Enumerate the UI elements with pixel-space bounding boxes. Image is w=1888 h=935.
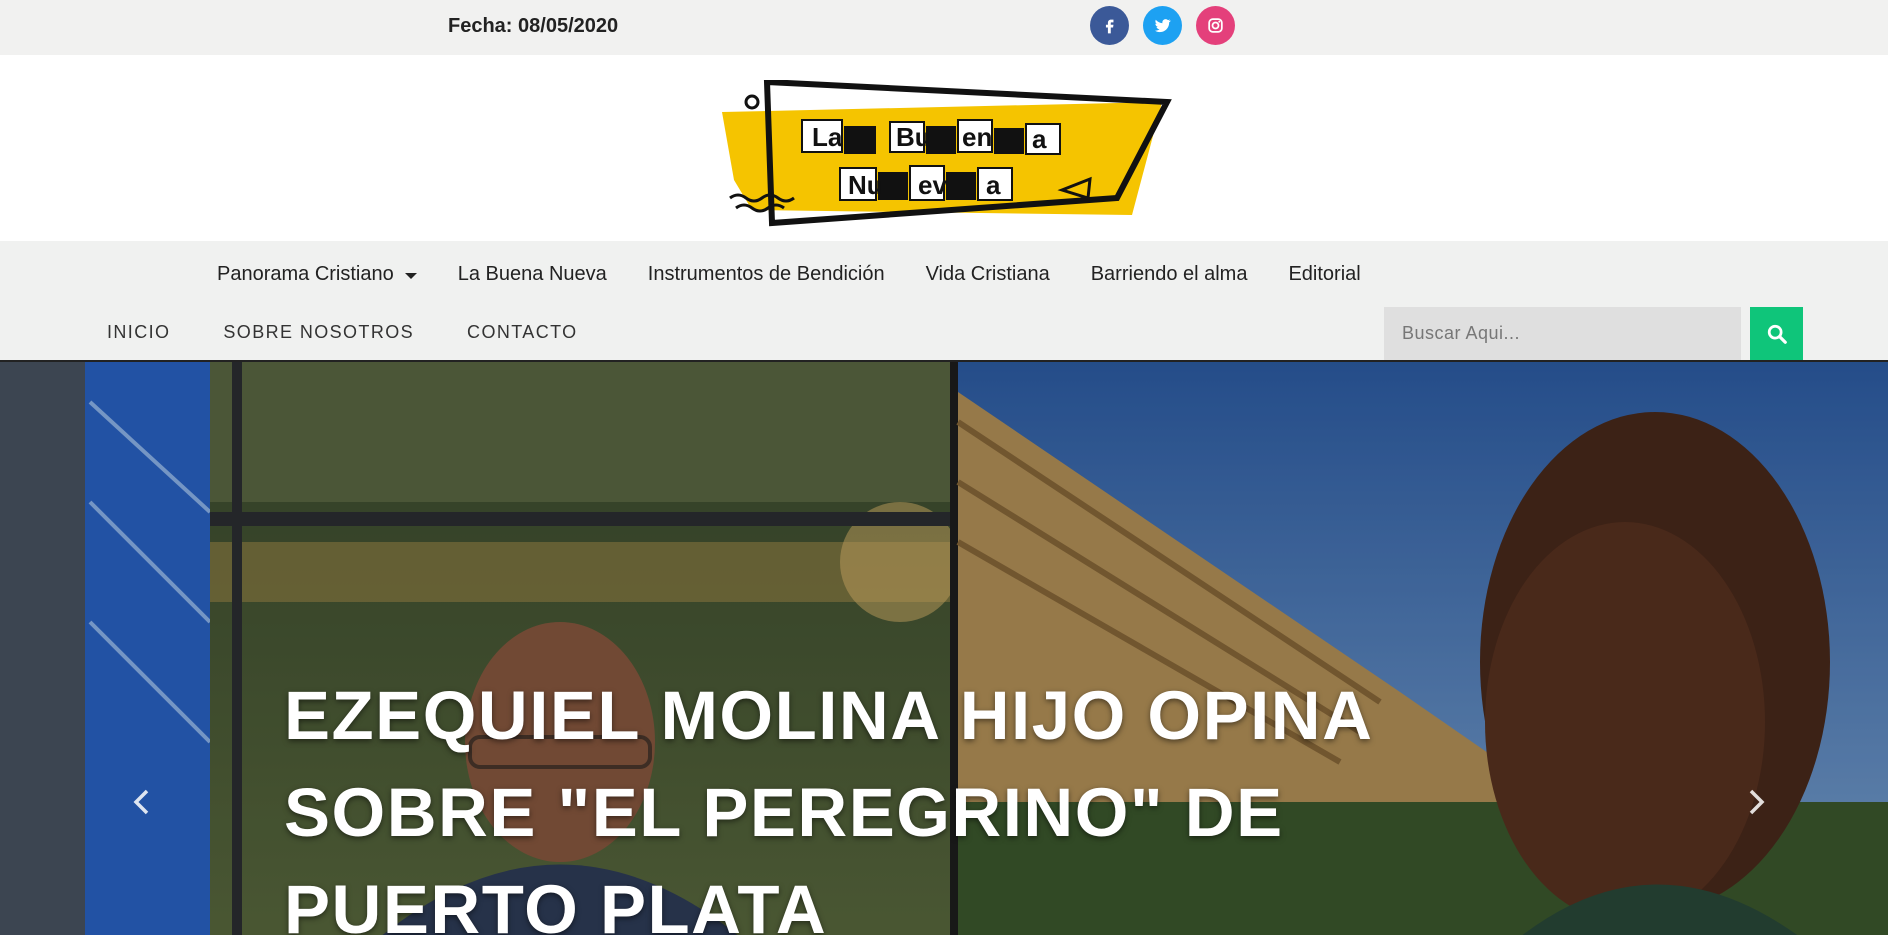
- menu-item-barriendo-el-alma[interactable]: Barriendo el alma: [1091, 263, 1248, 286]
- menu-item-instrumentos-de-bendicion[interactable]: Instrumentos de Bendición: [648, 263, 885, 286]
- search-button[interactable]: [1750, 307, 1803, 360]
- main-navigation: Panorama Cristiano La Buena Nueva Instru…: [0, 241, 1888, 360]
- social-links: [1090, 6, 1235, 45]
- menu-item-editorial[interactable]: Editorial: [1288, 263, 1360, 286]
- site-logo[interactable]: La Bu en a Nu ev a: [722, 80, 1174, 230]
- logo-text-line-2: Nu ev a: [839, 165, 1013, 201]
- svg-text:en: en: [962, 122, 992, 152]
- facebook-link[interactable]: [1090, 6, 1129, 45]
- twitter-link[interactable]: [1143, 6, 1182, 45]
- primary-menu: Panorama Cristiano La Buena Nueva Instru…: [217, 263, 1402, 286]
- menu-item-sobre-nosotros[interactable]: SOBRE NOSOTROS: [223, 322, 414, 343]
- menu-item-label: Panorama Cristiano: [217, 263, 394, 285]
- menu-item-inicio[interactable]: INICIO: [107, 322, 170, 343]
- current-date: Fecha: 08/05/2020: [448, 15, 619, 37]
- menu-item-vida-cristiana[interactable]: Vida Cristiana: [926, 263, 1050, 286]
- hero-headline[interactable]: EZEQUIEL MOLINA HIJO OPINA SOBRE "EL PER…: [284, 667, 1464, 935]
- hero-slider: EZEQUIEL MOLINA HIJO OPINA SOBRE "EL PER…: [0, 360, 1888, 935]
- instagram-link[interactable]: [1196, 6, 1235, 45]
- top-bar: Fecha: 08/05/2020: [0, 0, 1888, 55]
- menu-item-panorama-cristiano[interactable]: Panorama Cristiano: [217, 263, 417, 286]
- chevron-left-icon: [133, 789, 149, 815]
- menu-item-la-buena-nueva[interactable]: La Buena Nueva: [458, 263, 607, 286]
- menu-item-contacto[interactable]: CONTACTO: [467, 322, 578, 343]
- slider-next-button[interactable]: [1736, 782, 1776, 822]
- chevron-right-icon: [1749, 789, 1765, 815]
- svg-text:a: a: [986, 170, 1001, 200]
- svg-text:La: La: [812, 122, 843, 152]
- secondary-menu: INICIO SOBRE NOSOTROS CONTACTO: [107, 322, 631, 343]
- svg-text:Nu: Nu: [848, 170, 883, 200]
- svg-text:Bu: Bu: [896, 122, 931, 152]
- search-input[interactable]: [1384, 307, 1741, 360]
- svg-text:ev: ev: [918, 170, 947, 200]
- twitter-icon: [1154, 19, 1171, 33]
- svg-text:a: a: [1032, 124, 1047, 154]
- facebook-icon: [1105, 19, 1114, 34]
- caret-down-icon: [404, 272, 417, 279]
- header-logo-area: La Bu en a Nu ev a: [0, 55, 1888, 241]
- instagram-icon: [1208, 18, 1223, 33]
- slider-prev-button[interactable]: [122, 782, 162, 822]
- search-icon: [1767, 324, 1787, 344]
